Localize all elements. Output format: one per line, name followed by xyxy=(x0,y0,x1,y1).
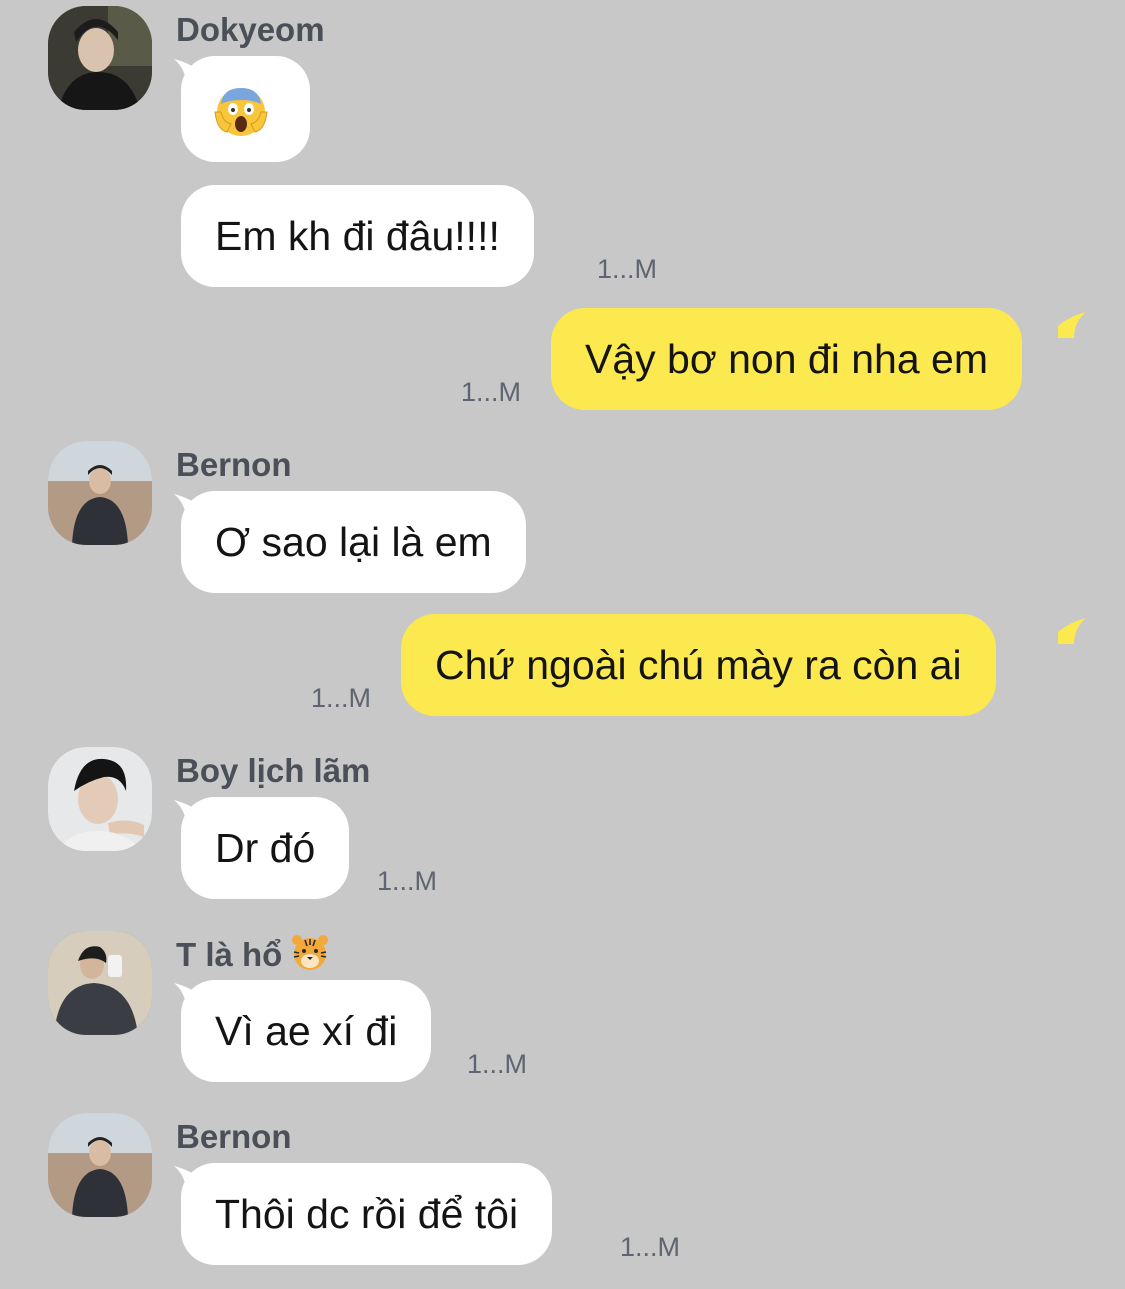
sender-name: Bernon xyxy=(176,1118,292,1155)
face-screaming-in-fear-icon xyxy=(214,88,268,136)
bubble-tail xyxy=(1058,616,1088,644)
bubble-tail xyxy=(1058,310,1088,338)
avatar-bernon[interactable] xyxy=(48,1113,152,1217)
message-time: 1...M xyxy=(377,866,438,896)
message-time: 1...M xyxy=(311,683,372,713)
message-bubble[interactable]: Vì ae xí đi xyxy=(181,980,432,1082)
sender-name: T là hổ xyxy=(176,932,330,975)
message-bubble-outgoing[interactable]: Chứ ngoài chú mày ra còn ai xyxy=(401,614,996,716)
tiger-face-icon xyxy=(282,935,330,973)
avatar-t-la-ho[interactable] xyxy=(48,931,152,1035)
message-time: 1...M xyxy=(467,1049,528,1079)
message-bubble[interactable]: Em kh đi đâu!!!! xyxy=(181,185,534,287)
avatar-dokyeom[interactable] xyxy=(48,6,152,110)
sender-name: Bernon xyxy=(176,446,292,483)
message-time: 1...M xyxy=(461,377,522,407)
message-bubble[interactable]: Thôi dc rồi để tôi xyxy=(181,1163,553,1265)
message-time: 1...M xyxy=(620,1232,681,1262)
sender-name: Boy lịch lãm xyxy=(176,752,371,789)
message-bubble-outgoing[interactable]: Vậy bơ non đi nha em xyxy=(551,308,1022,410)
avatar-bernon[interactable] xyxy=(48,441,152,545)
message-bubble-emoji[interactable] xyxy=(181,56,310,162)
message-time: 1...M xyxy=(597,254,658,284)
avatar-boy-lich-lam[interactable] xyxy=(48,747,152,851)
sender-name: Dokyeom xyxy=(176,11,325,48)
message-bubble[interactable]: Dr đó xyxy=(181,797,350,899)
message-bubble[interactable]: Ơ sao lại là em xyxy=(181,491,526,593)
